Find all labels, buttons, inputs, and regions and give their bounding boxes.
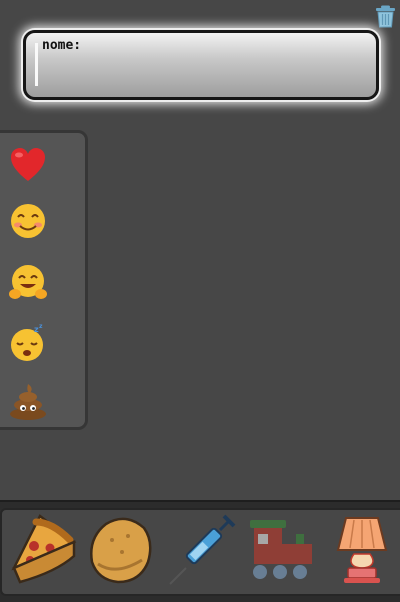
hugging-face-icon[interactable] <box>6 261 50 305</box>
pizza-icon[interactable] <box>6 512 82 588</box>
text-caret <box>35 43 38 86</box>
name-input[interactable]: nome: <box>23 30 379 100</box>
sleeping-face-icon[interactable]: z z <box>6 321 50 365</box>
item-strip <box>0 508 400 596</box>
bottom-tray <box>0 500 400 602</box>
svg-text:z: z <box>39 323 43 330</box>
heart-icon[interactable] <box>6 143 50 187</box>
trash-icon[interactable] <box>375 5 396 28</box>
syringe-icon[interactable] <box>164 512 240 588</box>
toy-train-icon[interactable] <box>244 514 320 590</box>
emoji-panel: z z <box>0 130 88 430</box>
smiling-face-icon[interactable] <box>6 199 50 243</box>
name-field-label: nome: <box>42 38 82 53</box>
bread-icon[interactable] <box>82 512 158 588</box>
pile-of-poo-icon[interactable] <box>6 378 50 422</box>
lamp-icon[interactable] <box>324 512 400 588</box>
